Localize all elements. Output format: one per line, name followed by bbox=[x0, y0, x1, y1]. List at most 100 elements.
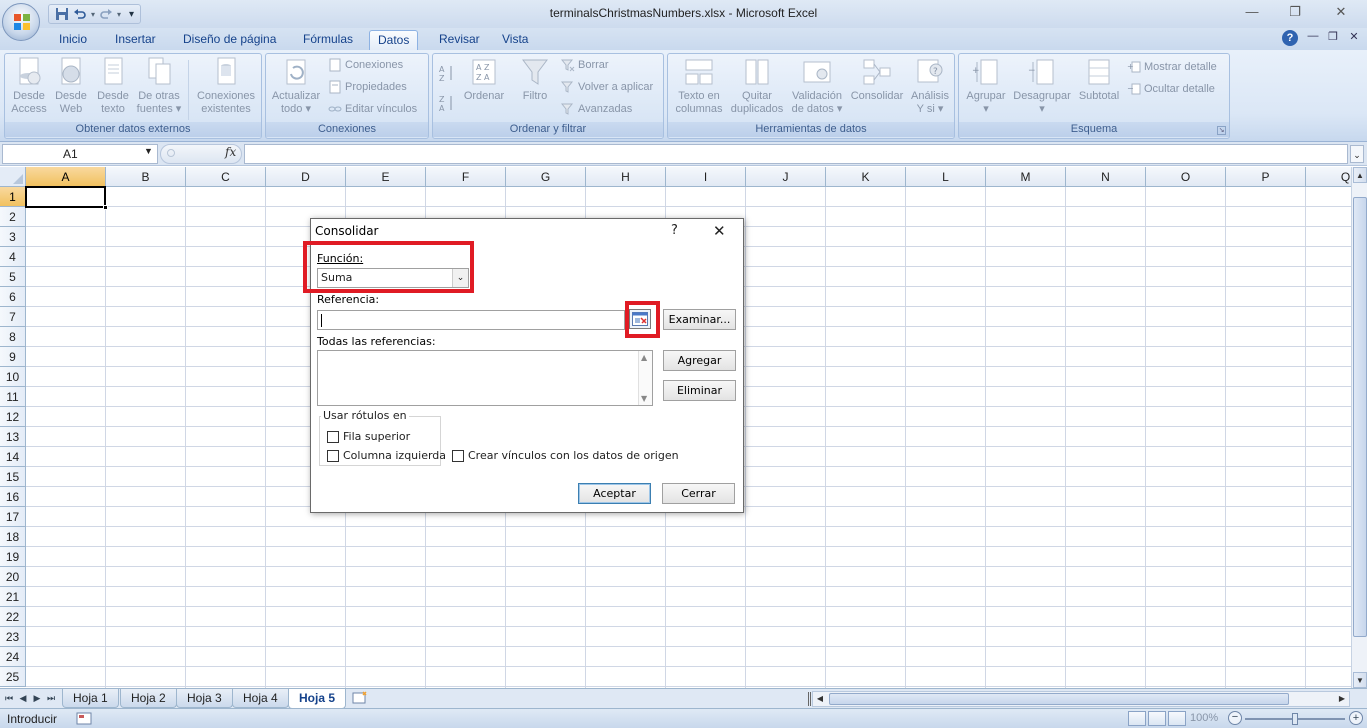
desde-access-button[interactable]: Desde Access bbox=[7, 56, 51, 116]
column-header[interactable]: A bbox=[26, 167, 106, 187]
crear-vinculos-checkbox[interactable]: Crear vínculos con los datos de origen bbox=[452, 449, 679, 462]
fila-superior-checkbox[interactable]: Fila superior bbox=[327, 430, 410, 443]
list-scrollbar[interactable]: ▲ ▼ bbox=[638, 351, 652, 405]
ribbon-minimize-button[interactable]: — bbox=[1305, 30, 1321, 42]
agrupar-button[interactable]: + Agrupar ▾ bbox=[961, 56, 1011, 116]
macro-record-icon[interactable] bbox=[76, 712, 92, 725]
row-header[interactable]: 2 bbox=[0, 207, 26, 227]
columna-izquierda-checkbox[interactable]: Columna izquierda bbox=[327, 449, 446, 462]
column-header[interactable]: G bbox=[506, 167, 586, 187]
sheet-tab[interactable]: Hoja 3 bbox=[176, 689, 233, 708]
quitar-duplicados-button[interactable]: Quitar duplicados bbox=[728, 56, 786, 116]
row-header[interactable]: 21 bbox=[0, 587, 26, 607]
row-header[interactable]: 4 bbox=[0, 247, 26, 267]
actualizar-todo-button[interactable]: Actualizar todo ▾ bbox=[268, 56, 324, 116]
zoom-slider-thumb[interactable] bbox=[1292, 713, 1298, 725]
next-sheet-icon[interactable]: ▶ bbox=[32, 692, 42, 704]
dialog-launcher-icon[interactable]: ↘ bbox=[1217, 126, 1226, 135]
analisis-y-si-button[interactable]: ? Análisis Y si ▾ bbox=[906, 56, 954, 116]
ocultar-detalle-button[interactable]: − Ocultar detalle bbox=[1127, 80, 1215, 98]
column-header[interactable]: Q bbox=[1306, 167, 1351, 187]
active-cell[interactable] bbox=[25, 186, 108, 210]
row-header[interactable]: 7 bbox=[0, 307, 26, 327]
tab-inicio[interactable]: Inicio bbox=[51, 30, 95, 50]
row-header[interactable]: 18 bbox=[0, 527, 26, 547]
row-header[interactable]: 5 bbox=[0, 267, 26, 287]
column-header[interactable]: M bbox=[986, 167, 1066, 187]
expand-formula-bar-icon[interactable]: ⌄ bbox=[1350, 145, 1364, 163]
row-header[interactable]: 11 bbox=[0, 387, 26, 407]
aceptar-button[interactable]: Aceptar bbox=[578, 483, 651, 504]
filtro-button[interactable]: Filtro bbox=[513, 56, 557, 103]
restore-button[interactable]: ❐ bbox=[1284, 4, 1306, 20]
scroll-up-icon[interactable]: ▲ bbox=[1353, 167, 1367, 183]
tab-diseno-de-pagina[interactable]: Diseño de página bbox=[175, 30, 284, 50]
column-header[interactable]: I bbox=[666, 167, 746, 187]
row-header[interactable]: 6 bbox=[0, 287, 26, 307]
de-otras-fuentes-button[interactable]: De otras fuentes ▾ bbox=[133, 56, 185, 116]
page-break-view-button[interactable] bbox=[1168, 711, 1186, 726]
help-icon[interactable]: ? bbox=[1282, 30, 1298, 46]
scroll-left-icon[interactable]: ◀ bbox=[814, 693, 826, 705]
sheet-tab[interactable]: Hoja 5 bbox=[288, 689, 347, 709]
row-header[interactable]: 9 bbox=[0, 347, 26, 367]
row-header[interactable]: 19 bbox=[0, 547, 26, 567]
volver-a-aplicar-button[interactable]: Volver a aplicar bbox=[561, 78, 653, 96]
editar-vinculos-button[interactable]: Editar vínculos bbox=[328, 100, 417, 118]
sort-za-icon[interactable]: ZA bbox=[437, 94, 459, 112]
formula-input[interactable] bbox=[244, 144, 1348, 164]
cerrar-button[interactable]: Cerrar bbox=[662, 483, 735, 504]
column-header[interactable]: D bbox=[266, 167, 346, 187]
checkbox-box[interactable] bbox=[327, 449, 339, 462]
desagrupar-button[interactable]: − Desagrupar ▾ bbox=[1011, 56, 1073, 116]
sort-az-icon[interactable]: AZ bbox=[437, 64, 459, 82]
name-box-dropdown-icon[interactable]: ▼ bbox=[144, 146, 153, 156]
scroll-up-icon[interactable]: ▲ bbox=[641, 353, 647, 362]
column-header[interactable]: B bbox=[106, 167, 186, 187]
tab-formulas[interactable]: Fórmulas bbox=[295, 30, 361, 50]
row-header[interactable]: 10 bbox=[0, 367, 26, 387]
scroll-right-icon[interactable]: ▶ bbox=[1336, 693, 1348, 705]
column-header[interactable]: J bbox=[746, 167, 826, 187]
checkbox-box[interactable] bbox=[452, 449, 464, 462]
row-header[interactable]: 25 bbox=[0, 667, 26, 687]
avanzadas-button[interactable]: Avanzadas bbox=[561, 100, 632, 118]
row-header[interactable]: 16 bbox=[0, 487, 26, 507]
texto-en-columnas-button[interactable]: Texto en columnas bbox=[670, 56, 728, 116]
eliminar-button[interactable]: Eliminar bbox=[663, 380, 736, 401]
examinar-button[interactable]: Examinar... bbox=[663, 309, 736, 330]
subtotal-button[interactable]: Subtotal bbox=[1073, 56, 1125, 103]
referencia-input[interactable] bbox=[317, 310, 625, 330]
first-sheet-icon[interactable]: ⏮ bbox=[4, 692, 14, 704]
sheet-tab[interactable]: Hoja 4 bbox=[232, 689, 289, 708]
column-header[interactable]: N bbox=[1066, 167, 1146, 187]
row-header[interactable]: 12 bbox=[0, 407, 26, 427]
row-header[interactable]: 1 bbox=[0, 187, 26, 207]
column-header[interactable]: O bbox=[1146, 167, 1226, 187]
ribbon-close-button[interactable]: ✕ bbox=[1346, 30, 1362, 43]
office-button[interactable] bbox=[2, 3, 40, 41]
row-header[interactable]: 14 bbox=[0, 447, 26, 467]
ordenar-button[interactable]: A ZZ A Ordenar bbox=[461, 56, 507, 103]
tab-vista[interactable]: Vista bbox=[494, 30, 536, 50]
agregar-button[interactable]: Agregar bbox=[663, 350, 736, 371]
sheet-tab[interactable]: Hoja 1 bbox=[62, 689, 119, 708]
prev-sheet-icon[interactable]: ◀ bbox=[18, 692, 28, 704]
insert-function-button[interactable]: fx bbox=[225, 145, 236, 159]
insert-sheet-icon[interactable] bbox=[351, 691, 369, 705]
zoom-level[interactable]: 100% bbox=[1190, 712, 1218, 724]
column-header[interactable]: P bbox=[1226, 167, 1306, 187]
row-header[interactable]: 8 bbox=[0, 327, 26, 347]
consolidar-button[interactable]: Consolidar bbox=[848, 56, 906, 103]
row-header[interactable]: 20 bbox=[0, 567, 26, 587]
column-header[interactable]: L bbox=[906, 167, 986, 187]
zoom-in-button[interactable]: + bbox=[1349, 711, 1363, 725]
propiedades-button[interactable]: Propiedades bbox=[328, 78, 407, 96]
sheet-tab[interactable]: Hoja 2 bbox=[120, 689, 177, 708]
row-header[interactable]: 24 bbox=[0, 647, 26, 667]
column-header[interactable]: H bbox=[586, 167, 666, 187]
scroll-down-icon[interactable]: ▼ bbox=[641, 394, 647, 403]
borrar-filtro-button[interactable]: Borrar bbox=[561, 56, 609, 74]
row-header[interactable]: 23 bbox=[0, 627, 26, 647]
desde-texto-button[interactable]: Desde texto bbox=[93, 56, 133, 116]
